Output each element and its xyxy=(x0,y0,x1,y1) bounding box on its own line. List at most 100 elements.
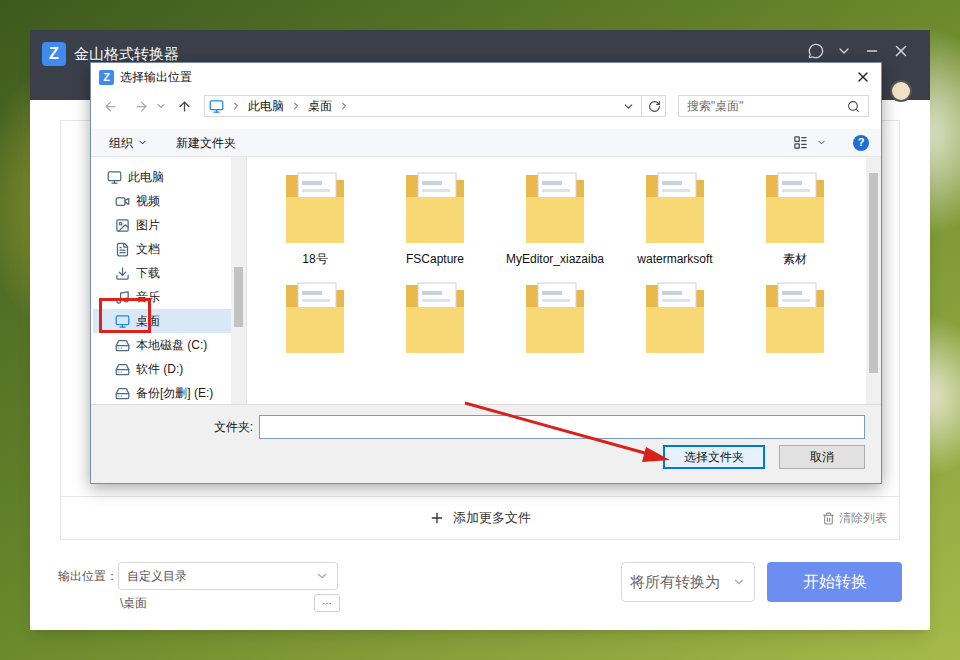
separator-icon xyxy=(338,100,350,112)
minimize-icon[interactable] xyxy=(864,43,880,59)
nav-label: 软件 (D:) xyxy=(136,360,183,378)
nav-item[interactable]: 视频 xyxy=(93,189,231,213)
chevron-down-icon xyxy=(732,575,746,589)
folder-item[interactable] xyxy=(495,277,615,361)
nav-item[interactable]: 文档 xyxy=(93,237,231,261)
folder-item[interactable]: 18号 xyxy=(255,167,375,267)
nav-label: 桌面 xyxy=(136,312,160,330)
bottom-bar: 输出位置：自定义目录\桌面···将所有转换为开始转换 xyxy=(60,540,900,630)
plus-icon xyxy=(429,510,445,526)
nav-item[interactable]: 此电脑 xyxy=(93,165,231,189)
nav-item[interactable]: 下载 xyxy=(93,261,231,285)
dialog-button[interactable]: 选择文件夹 xyxy=(663,445,765,469)
nav-item[interactable]: 本地磁盘 (C:) xyxy=(93,333,231,357)
separator-icon xyxy=(230,100,242,112)
folder-item[interactable]: MyEditor_xiazaiba xyxy=(495,167,615,267)
folder-name: 18号 xyxy=(260,251,370,267)
output-path: \桌面 xyxy=(120,594,147,612)
download-icon xyxy=(115,266,130,281)
refresh-icon[interactable] xyxy=(648,100,661,113)
separator-icon xyxy=(290,100,302,112)
video-icon xyxy=(115,194,130,209)
computer-icon xyxy=(107,170,122,185)
disk-icon xyxy=(115,386,130,401)
back-icon[interactable] xyxy=(103,99,118,114)
desktop: Z金山格式转换器添加更多文件清除列表输出位置：自定义目录\桌面···将所有转换为… xyxy=(0,0,960,660)
nav-label: 下载 xyxy=(136,264,160,282)
folder-icon xyxy=(764,167,826,247)
nav-item[interactable]: 软件 (D:) xyxy=(93,357,231,381)
browse-button[interactable]: ··· xyxy=(314,594,340,612)
dialog-body: 此电脑视频图片文档下载音乐桌面本地磁盘 (C:) 软件 (D:) 备份[勿删] (E… xyxy=(91,157,881,404)
disk-icon xyxy=(115,338,130,353)
highlight-box xyxy=(99,298,151,333)
feedback-icon[interactable] xyxy=(808,43,824,59)
nav-label: 图片 xyxy=(136,216,160,234)
breadcrumb-item[interactable]: 桌面 xyxy=(308,97,332,115)
clear-list-button[interactable]: 清除列表 xyxy=(822,509,887,527)
add-more-row: 添加更多文件 清除列表 xyxy=(61,496,899,539)
document-icon xyxy=(115,242,130,257)
image-icon xyxy=(115,218,130,233)
dialog-button[interactable]: 取消 xyxy=(779,445,865,469)
nav-item[interactable]: 备份[勿删] (E:) xyxy=(93,381,231,404)
dropdown-icon xyxy=(137,137,148,148)
forward-icon[interactable] xyxy=(134,99,149,114)
folder-name: 素材 xyxy=(740,251,850,267)
nav-label: 此电脑 xyxy=(128,168,164,186)
folder-icon xyxy=(524,167,586,247)
disk-icon xyxy=(115,362,130,377)
folder-icon xyxy=(644,167,706,247)
music-icon xyxy=(115,290,130,305)
toolbar-button[interactable]: 组织 xyxy=(109,134,148,152)
folder-item[interactable] xyxy=(375,277,495,361)
folder-dialog: Z选择输出位置此电脑桌面搜索"桌面"组织新建文件夹?此电脑视频图片文档下载音乐桌… xyxy=(90,62,882,484)
folder-item[interactable] xyxy=(735,277,855,361)
trash-icon xyxy=(822,512,835,525)
dropdown-icon[interactable] xyxy=(622,100,635,113)
folder-scrollbar[interactable] xyxy=(866,157,881,404)
nav-label: 音乐 xyxy=(136,288,160,306)
breadcrumb-item[interactable]: 此电脑 xyxy=(248,97,284,115)
nav-scrollbar[interactable] xyxy=(231,157,246,404)
toolbar-button[interactable]: 新建文件夹 xyxy=(176,134,236,152)
nav-label: 视频 xyxy=(136,192,160,210)
nav-item[interactable]: 图片 xyxy=(93,213,231,237)
desktop-icon xyxy=(115,314,130,329)
start-button[interactable]: 开始转换 xyxy=(767,562,902,602)
dialog-footer: 文件夹: 选择文件夹取消 xyxy=(91,404,881,483)
folder-item[interactable]: watermarksoft xyxy=(615,167,735,267)
add-more-button[interactable]: 添加更多文件 xyxy=(429,508,531,528)
view-icon[interactable] xyxy=(793,135,808,150)
computer-icon xyxy=(209,99,224,114)
folder-icon xyxy=(284,277,346,357)
folder-item[interactable] xyxy=(255,277,375,361)
dialog-titlebar: Z选择输出位置 xyxy=(91,63,881,91)
output-select[interactable]: 自定义目录 xyxy=(118,562,338,590)
close-icon[interactable] xyxy=(892,42,910,60)
convert-all-select[interactable]: 将所有转换为 xyxy=(621,562,755,602)
folder-name: FSCapture xyxy=(380,251,490,267)
help-icon[interactable]: ? xyxy=(853,135,869,151)
address-bar[interactable]: 此电脑 桌面 xyxy=(204,95,666,117)
up-icon[interactable] xyxy=(177,99,192,114)
history-icon[interactable] xyxy=(155,100,167,112)
avatar-icon[interactable] xyxy=(890,80,912,102)
dropdown-icon[interactable] xyxy=(816,137,827,148)
search-box[interactable]: 搜索"桌面" xyxy=(678,95,869,117)
nav-item[interactable]: 音乐 xyxy=(93,285,231,309)
nav-item[interactable]: 桌面 xyxy=(93,309,231,333)
folder-item[interactable]: FSCapture xyxy=(375,167,495,267)
folder-item[interactable] xyxy=(615,277,735,361)
folder-item[interactable]: 素材 xyxy=(735,167,855,267)
toolbar: 组织 新建文件夹? xyxy=(91,129,881,157)
folder-input[interactable] xyxy=(259,415,865,439)
nav-label: 文档 xyxy=(136,240,160,258)
close-icon[interactable] xyxy=(855,69,871,85)
folder-icon xyxy=(284,167,346,247)
folder-label: 文件夹: xyxy=(91,418,259,436)
chevron-down-icon xyxy=(315,569,329,583)
folder-icon xyxy=(404,167,466,247)
folder-icon xyxy=(404,277,466,357)
menu-icon[interactable] xyxy=(836,43,852,59)
